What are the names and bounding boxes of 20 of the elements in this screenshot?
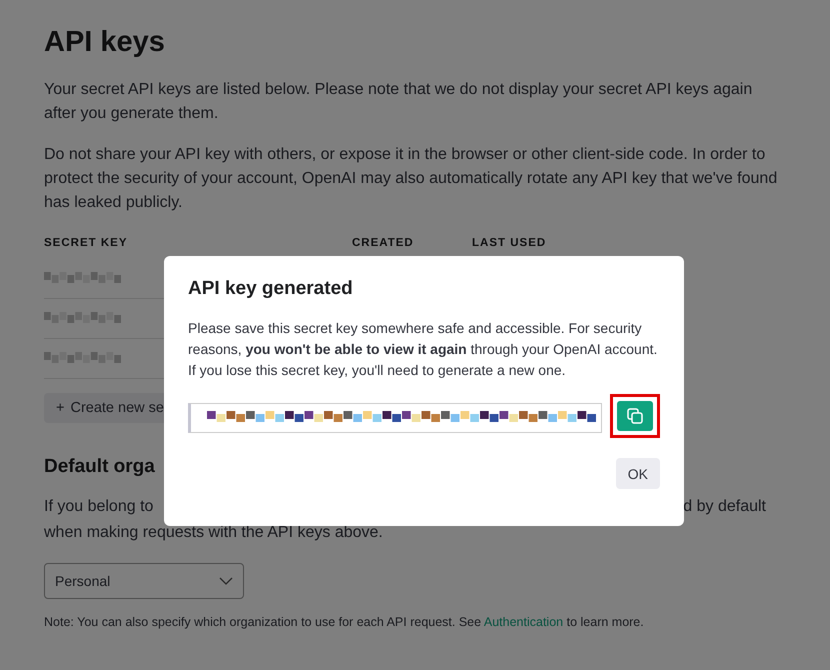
- description-text: Your secret API keys are listed below. Please note that we do not display your secret API keys again after you generate them.: [44, 80, 754, 124]
- description-text: Do not share your API key with others, or expose it in the browser or other client-side code. In order to protect the security of your account, OpenAI may also automatically rotate any API key that we've found has leaked publicly.: [44, 145, 778, 213]
- section-heading: Default orga: [44, 455, 155, 479]
- column-header: SECRET KEY: [44, 237, 128, 249]
- column-header: CREATED: [352, 237, 415, 249]
- key-field[interactable]: [188, 403, 602, 433]
- description-text: If you belong to: [44, 497, 154, 517]
- chevron-down-icon: [219, 577, 233, 585]
- authentication-link[interactable]: Authentication: [484, 615, 564, 629]
- copy-icon: [627, 408, 643, 424]
- dialog-message: Please save this secret key somewhere safe and accessible. For security reasons, you won't be able to view it again through your OpenAI account. If you lose this secret key, you'll need to generate a new one.: [188, 319, 658, 380]
- page-title: API keys: [44, 25, 166, 60]
- ok-button[interactable]: OK: [616, 458, 660, 489]
- dialog-title: API key generated: [188, 278, 354, 300]
- description-text: d by default: [683, 497, 766, 517]
- organization-select[interactable]: Personal: [44, 563, 244, 599]
- note-text: Note: You can also specify which organization to use for each API request. See Authentication to learn more.: [44, 615, 645, 629]
- description-text: when making requests with the API keys above.: [44, 523, 383, 543]
- copy-button[interactable]: [617, 401, 653, 431]
- column-header: LAST USED: [472, 237, 548, 249]
